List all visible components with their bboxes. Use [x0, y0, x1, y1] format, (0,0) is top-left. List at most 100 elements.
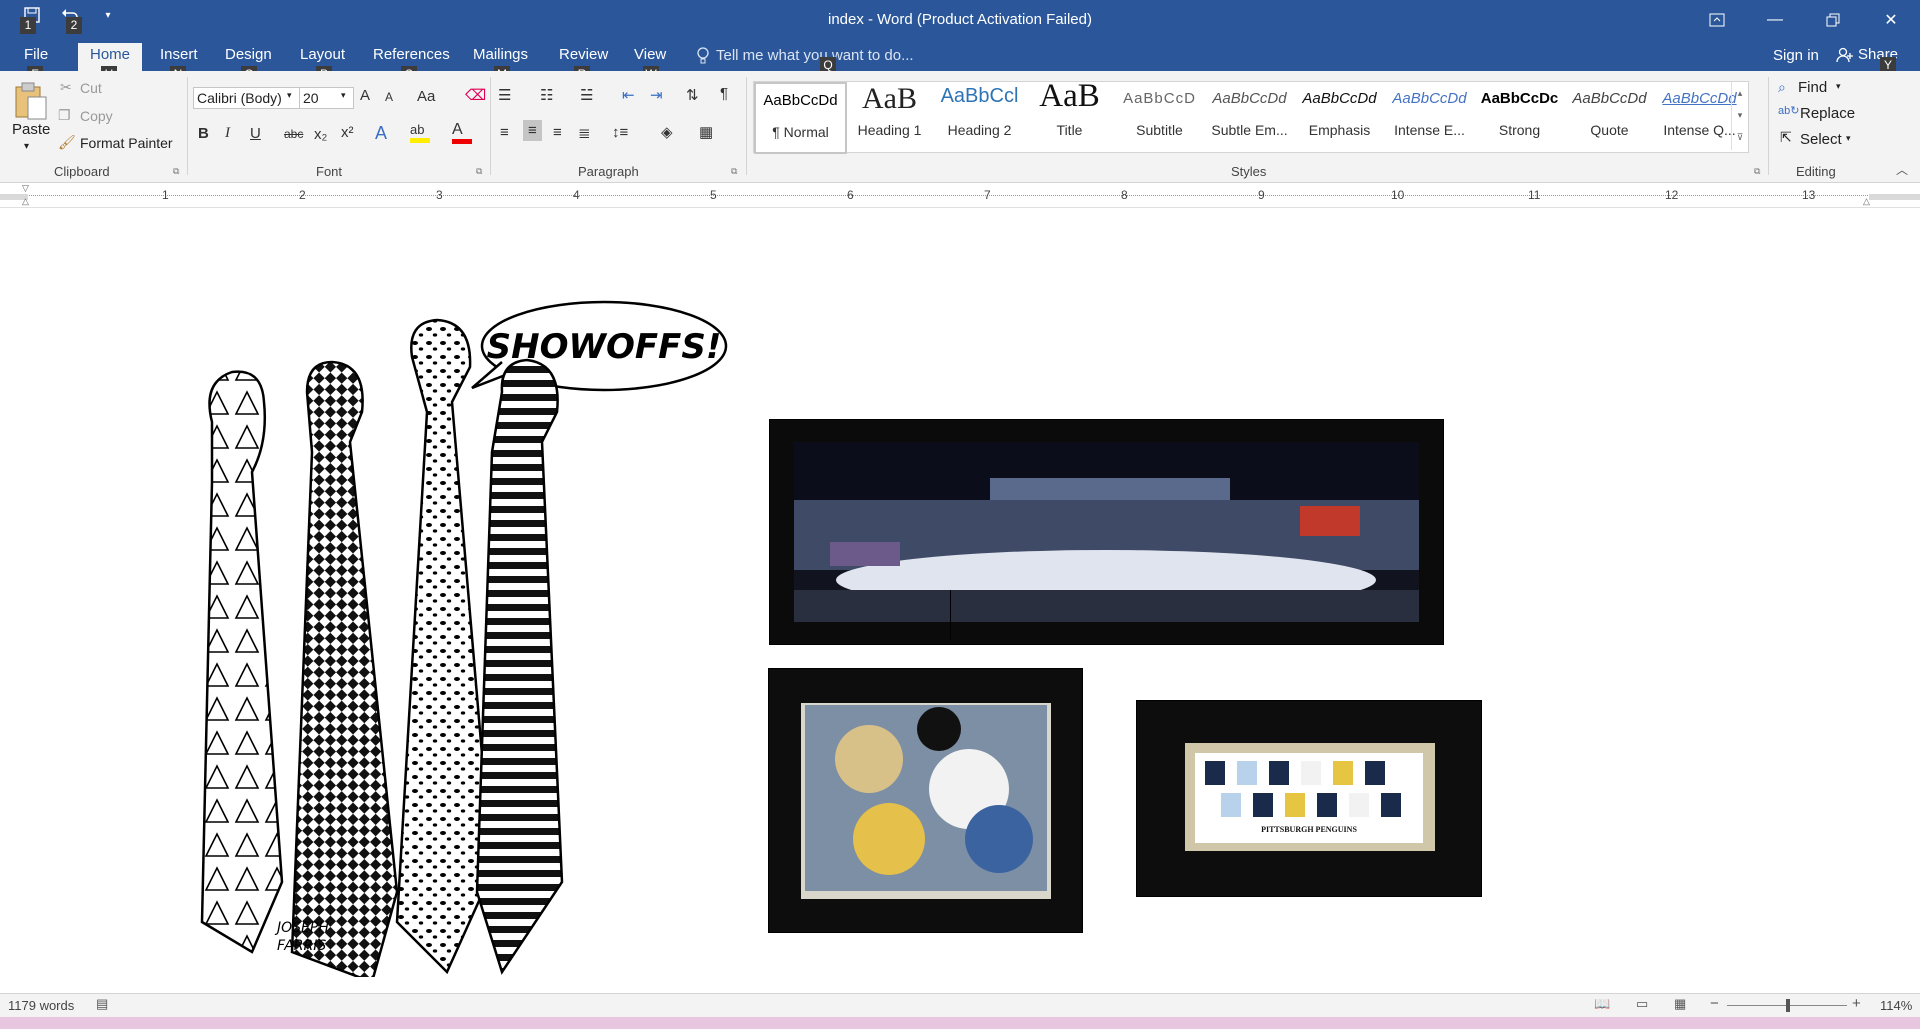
- font-launcher-icon[interactable]: ⧉: [476, 166, 482, 177]
- styles-launcher-icon[interactable]: ⧉: [1754, 166, 1760, 177]
- find-button[interactable]: Find: [1798, 79, 1827, 96]
- find-dropdown-icon[interactable]: ▾: [1836, 81, 1841, 92]
- close-icon[interactable]: ✕: [1862, 0, 1920, 40]
- cut-button[interactable]: Cut: [80, 80, 102, 96]
- zoom-out-button[interactable]: −: [1710, 995, 1719, 1012]
- grow-font-button[interactable]: A: [360, 87, 370, 104]
- style-strong[interactable]: AaBbCcDc Strong: [1475, 82, 1564, 150]
- select-dropdown-icon[interactable]: ▾: [1846, 133, 1851, 144]
- horizontal-ruler[interactable]: ▽ △ △ 1 2 3 4 5 6 7 8 9 10 11 12 13: [0, 183, 1920, 208]
- select-button[interactable]: Select: [1800, 131, 1842, 148]
- hanging-indent-marker[interactable]: △: [22, 196, 29, 207]
- zoom-slider-thumb[interactable]: [1786, 999, 1790, 1012]
- zoom-level[interactable]: 114%: [1880, 998, 1912, 1013]
- justify-icon[interactable]: ≣: [578, 124, 591, 142]
- underline-button[interactable]: U: [250, 125, 261, 142]
- bullets-icon[interactable]: ☰: [498, 86, 511, 104]
- text-effects-icon[interactable]: A: [375, 123, 387, 144]
- style-title[interactable]: AaB Title: [1025, 78, 1114, 150]
- style-intense-emphasis[interactable]: AaBbCcDd Intense E...: [1385, 82, 1474, 150]
- sign-in-link[interactable]: Sign in: [1773, 47, 1819, 64]
- tell-me-search[interactable]: Tell me what you want to do...: [716, 47, 914, 64]
- cartoon-signature: FARRIS: [277, 938, 326, 954]
- style-subtitle[interactable]: AaBbCcD Subtitle: [1115, 82, 1204, 150]
- superscript-button[interactable]: x²: [341, 124, 354, 141]
- tab-mailings[interactable]: Mailings: [473, 46, 528, 63]
- paragraph-group-label: Paragraph: [578, 164, 639, 179]
- tab-file[interactable]: File: [24, 46, 48, 63]
- ruler-number: 5: [710, 188, 717, 202]
- tab-review[interactable]: Review: [559, 46, 608, 63]
- align-center-icon[interactable]: ≡: [523, 120, 542, 141]
- ruler-number: 4: [573, 188, 580, 202]
- collapse-ribbon-icon[interactable]: ︿: [1896, 161, 1908, 178]
- font-size-dropdown-icon[interactable]: ▾: [341, 90, 346, 101]
- select-icon: ⇱: [1780, 129, 1792, 145]
- read-mode-icon[interactable]: 📖: [1594, 996, 1610, 1012]
- tab-layout[interactable]: Layout: [300, 46, 345, 63]
- highlight-color-icon[interactable]: ab: [410, 121, 430, 143]
- numbering-icon[interactable]: ☷: [540, 86, 553, 104]
- strikethrough-button[interactable]: abc: [284, 127, 303, 141]
- font-name-dropdown-icon[interactable]: ▾: [287, 90, 292, 101]
- window-title: index - Word (Product Activation Failed): [827, 11, 1092, 28]
- paste-icon[interactable]: [14, 81, 48, 121]
- ribbon-home: Paste ▾ ✂ Cut ❐ Copy 🖌 Format Painter Cl…: [0, 71, 1920, 183]
- zoom-in-button[interactable]: +: [1852, 995, 1861, 1012]
- ribbon-display-options-icon[interactable]: [1688, 0, 1746, 40]
- stadium-panorama-image[interactable]: [770, 420, 1443, 644]
- show-formatting-icon[interactable]: ¶: [720, 85, 728, 102]
- replace-button[interactable]: Replace: [1800, 105, 1855, 122]
- decrease-indent-icon[interactable]: ⇤: [622, 86, 635, 104]
- format-painter-button[interactable]: Format Painter: [80, 135, 173, 151]
- title-bar: ▾ 1 2 index - Word (Product Activation F…: [0, 0, 1920, 40]
- style-subtle-emphasis[interactable]: AaBbCcDd Subtle Em...: [1205, 82, 1294, 150]
- align-left-icon[interactable]: ≡: [500, 124, 509, 141]
- font-name-box[interactable]: Calibri (Body): [193, 87, 300, 109]
- clear-formatting-icon[interactable]: ⌫: [465, 86, 486, 104]
- paragraph-launcher-icon[interactable]: ⧉: [731, 166, 737, 177]
- first-line-indent-marker[interactable]: ▽: [22, 183, 29, 194]
- sort-icon[interactable]: ⇅: [686, 86, 699, 104]
- proofing-icon[interactable]: ▤: [96, 996, 108, 1012]
- restore-icon[interactable]: [1804, 0, 1862, 40]
- styles-scroll[interactable]: ▴ ▾ ⊽: [1731, 82, 1748, 150]
- penguins-caption: PITTSBURGH PENGUINS: [1261, 825, 1357, 834]
- change-case-button[interactable]: Aa: [417, 88, 435, 105]
- style-quote[interactable]: AaBbCcDd Quote: [1565, 82, 1654, 150]
- align-right-icon[interactable]: ≡: [553, 124, 562, 141]
- tab-design[interactable]: Design: [225, 46, 272, 63]
- style-heading-1[interactable]: AaB Heading 1: [845, 82, 934, 150]
- web-layout-icon[interactable]: ▦: [1674, 996, 1686, 1012]
- increase-indent-icon[interactable]: ⇥: [650, 86, 663, 104]
- tab-insert[interactable]: Insert: [160, 46, 198, 63]
- minimize-icon[interactable]: —: [1746, 0, 1804, 40]
- cartoon-signature: JOSEPH: [274, 920, 329, 936]
- subscript-button[interactable]: x₂: [314, 126, 327, 143]
- shrink-font-button[interactable]: A: [385, 90, 393, 104]
- tab-references[interactable]: References: [373, 46, 450, 63]
- multilevel-list-icon[interactable]: ☱: [580, 86, 593, 104]
- print-layout-icon[interactable]: ▭: [1636, 996, 1648, 1012]
- cartoon-ties-image[interactable]: SHOWOFFS! JOSEPH FARRIS: [172, 282, 732, 984]
- steelers-framed-print[interactable]: [769, 669, 1082, 932]
- copy-button[interactable]: Copy: [80, 108, 113, 124]
- word-count[interactable]: 1179 words: [8, 998, 74, 1013]
- borders-icon[interactable]: ▦: [699, 123, 713, 141]
- paste-dropdown-icon[interactable]: ▾: [24, 141, 29, 152]
- clipboard-launcher-icon[interactable]: ⧉: [173, 166, 179, 177]
- bold-button[interactable]: B: [198, 125, 209, 142]
- style-heading-2[interactable]: AaBbCcl Heading 2: [935, 82, 1024, 150]
- style-emphasis[interactable]: AaBbCcDd Emphasis: [1295, 82, 1384, 150]
- paste-button[interactable]: Paste: [12, 121, 50, 138]
- shading-icon[interactable]: ◈: [661, 123, 673, 141]
- style-normal[interactable]: AaBbCcDd ¶ Normal: [754, 82, 847, 154]
- line-spacing-icon[interactable]: ↕≡: [612, 124, 628, 141]
- ribbon-tabs: File Home Insert Design Layout Reference…: [0, 40, 1920, 71]
- italic-button[interactable]: I: [225, 125, 230, 142]
- font-color-icon[interactable]: A: [452, 121, 472, 144]
- tab-view[interactable]: View: [634, 46, 666, 63]
- document-page[interactable]: SHOWOFFS! JOSEPH FARRIS PITTSBURGH PENGU…: [0, 208, 1920, 993]
- right-indent-marker[interactable]: △: [1863, 196, 1870, 207]
- penguins-jerseys-frame[interactable]: PITTSBURGH PENGUINS: [1137, 701, 1481, 896]
